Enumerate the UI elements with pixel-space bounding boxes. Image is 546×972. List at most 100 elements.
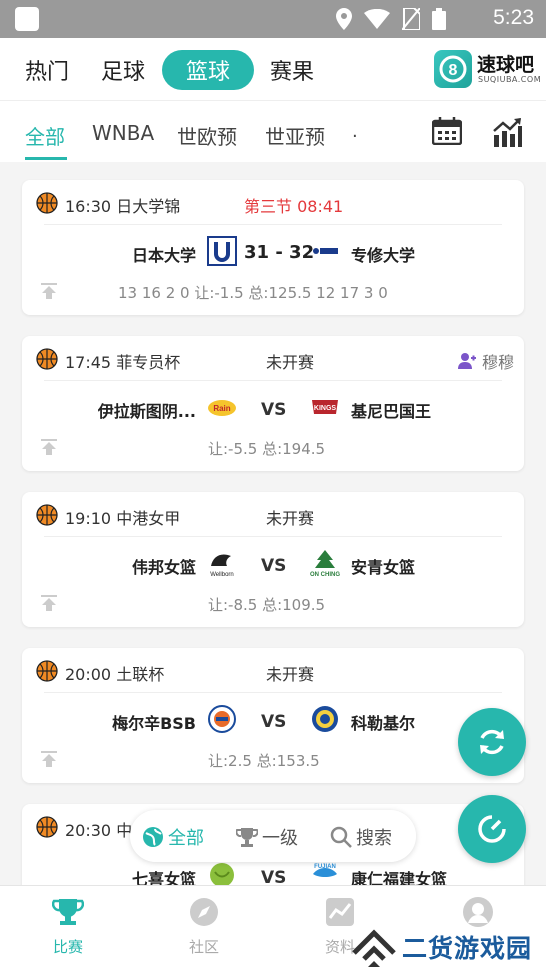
nav-community[interactable]: 社区 xyxy=(164,896,244,957)
match-score: 31 - 32 xyxy=(244,242,315,263)
away-team: 专修大学 xyxy=(351,246,416,265)
status-bar: 5:23 xyxy=(0,0,546,38)
tab-basketball[interactable]: 篮球 xyxy=(162,50,255,90)
pin-top-icon[interactable] xyxy=(40,282,58,300)
subtab-wnba[interactable]: WNBA xyxy=(92,121,154,145)
match-card[interactable]: 19:10 中港女甲 未开赛 伟邦女篮 Wellborn VS ON CHING… xyxy=(22,492,524,627)
basketball-icon xyxy=(36,660,58,682)
match-odds: 13 16 2 0 让:-1.5 总:125.5 12 17 3 0 xyxy=(118,284,388,302)
pin-top-icon[interactable] xyxy=(40,594,58,612)
versus-label: VS xyxy=(261,556,287,576)
follow-user[interactable]: 穆穆 xyxy=(457,349,514,373)
settings-button[interactable] xyxy=(458,795,526,863)
versus-label: VS xyxy=(261,712,287,732)
refresh-button[interactable] xyxy=(458,708,526,776)
match-status: 未开赛 xyxy=(266,353,315,372)
brand-name: 速球吧 xyxy=(477,54,535,76)
match-card[interactable]: 17:45 菲专员杯 未开赛 穆穆 伊拉斯图阴... Rain VS KINGS… xyxy=(22,336,524,471)
match-odds: 让:-5.5 总:194.5 xyxy=(208,440,326,458)
away-team-logo: ON CHING xyxy=(310,550,340,578)
sim-icon xyxy=(402,8,420,30)
svg-text:KINGS: KINGS xyxy=(314,405,337,412)
match-odds: 让:-8.5 总:109.5 xyxy=(208,596,326,614)
notification-icon xyxy=(15,7,39,31)
globe-icon xyxy=(143,827,163,847)
brand-sub: SUQIUBA.COM xyxy=(478,75,542,84)
trophy-icon xyxy=(236,828,258,847)
gauge-icon xyxy=(478,815,506,843)
divider xyxy=(44,380,502,381)
tab-football[interactable]: 足球 xyxy=(101,54,145,86)
wifi-icon xyxy=(364,9,390,29)
brand-logo: 8 速球吧 SUQIUBA.COM xyxy=(434,48,544,90)
match-time-league: 17:45 菲专员杯 xyxy=(65,353,181,372)
away-team-logo xyxy=(313,248,338,254)
nav-matches[interactable]: 比赛 xyxy=(28,896,108,957)
away-team-logo xyxy=(312,706,338,732)
match-status: 未开赛 xyxy=(266,509,315,528)
match-odds: 让:2.5 总:153.5 xyxy=(208,752,320,770)
calendar-icon[interactable] xyxy=(432,117,462,145)
match-time-league: 16:30 日大学锦 xyxy=(65,197,181,216)
filter-level1[interactable]: 一级 xyxy=(236,824,298,850)
match-time-league: 20:00 土联杯 xyxy=(65,665,165,684)
match-time-league: 20:30 中 xyxy=(65,821,133,840)
divider xyxy=(44,692,502,693)
watermark: 二货游戏园 xyxy=(352,924,546,970)
follow-user-name: 穆穆 xyxy=(481,353,514,372)
divider xyxy=(44,224,502,225)
filter-search[interactable]: 搜索 xyxy=(330,824,392,850)
match-card[interactable]: 20:00 土联杯 未开赛 梅尔辛BSB VS 科勒基尔 让:2.5 总:153… xyxy=(22,648,524,783)
basketball-icon xyxy=(36,192,58,214)
status-icons xyxy=(336,8,446,30)
subtab-all[interactable]: 全部 xyxy=(25,121,65,150)
filter-all[interactable]: 全部 xyxy=(142,824,204,850)
match-card[interactable]: 16:30 日大学锦 第三节 08:41 日本大学 31 - 32 专修大学 1… xyxy=(22,180,524,315)
home-team: 伊拉斯图阴... xyxy=(97,402,196,421)
filter-all-label: 全部 xyxy=(168,828,204,849)
home-team-logo xyxy=(208,705,236,733)
refresh-icon xyxy=(480,729,504,755)
sub-nav: 全部 WNBA 世欧预 世亚预 . xyxy=(0,100,546,162)
trophy-icon xyxy=(51,899,85,925)
basketball-icon xyxy=(36,816,58,838)
tab-results[interactable]: 赛果 xyxy=(270,54,314,86)
subtab-asia-qual[interactable]: 世亚预 xyxy=(265,121,325,150)
away-team: 基尼巴国王 xyxy=(351,402,432,421)
match-time-league: 19:10 中港女甲 xyxy=(65,509,181,528)
nav-community-label: 社区 xyxy=(188,938,219,956)
match-status: 未开赛 xyxy=(266,665,315,684)
match-status: 第三节 08:41 xyxy=(244,197,344,216)
svg-text:Rain: Rain xyxy=(213,404,230,413)
status-time: 5:23 xyxy=(493,6,534,29)
top-nav: 热门 足球 篮球 赛果 8 速球吧 SUQIUBA.COM xyxy=(0,38,546,100)
basketball-icon xyxy=(36,504,58,526)
subtab-more[interactable]: . xyxy=(352,121,358,142)
away-team-logo: KINGS xyxy=(312,400,338,414)
subtab-indicator xyxy=(25,157,67,160)
battery-icon xyxy=(432,8,446,30)
watermark-text: 二货游戏园 xyxy=(402,934,533,963)
stats-icon[interactable] xyxy=(492,117,522,147)
filter-search-label: 搜索 xyxy=(356,828,392,849)
pin-top-icon[interactable] xyxy=(40,438,58,456)
home-team: 梅尔辛BSB xyxy=(112,714,196,733)
away-team: 安青女篮 xyxy=(351,558,416,577)
home-team: 伟邦女篮 xyxy=(131,558,196,577)
search-icon xyxy=(330,826,352,848)
nav-matches-label: 比赛 xyxy=(52,938,83,956)
svg-text:8: 8 xyxy=(449,62,458,79)
compass-icon xyxy=(190,898,218,926)
basketball-icon xyxy=(36,348,58,370)
home-team-logo xyxy=(207,236,237,266)
svg-text:Wellborn: Wellborn xyxy=(210,572,234,578)
svg-text:ON CHING: ON CHING xyxy=(310,572,340,578)
pin-top-icon[interactable] xyxy=(40,750,58,768)
user-icon xyxy=(457,353,476,369)
brand-icon: 8 xyxy=(434,50,472,88)
tab-hot[interactable]: 热门 xyxy=(25,54,69,86)
home-team-logo: Rain xyxy=(208,400,236,416)
away-team: 科勒基尔 xyxy=(351,714,416,733)
subtab-euro-qual[interactable]: 世欧预 xyxy=(177,121,237,150)
filter-bar: 全部 一级 搜索 xyxy=(130,810,416,862)
